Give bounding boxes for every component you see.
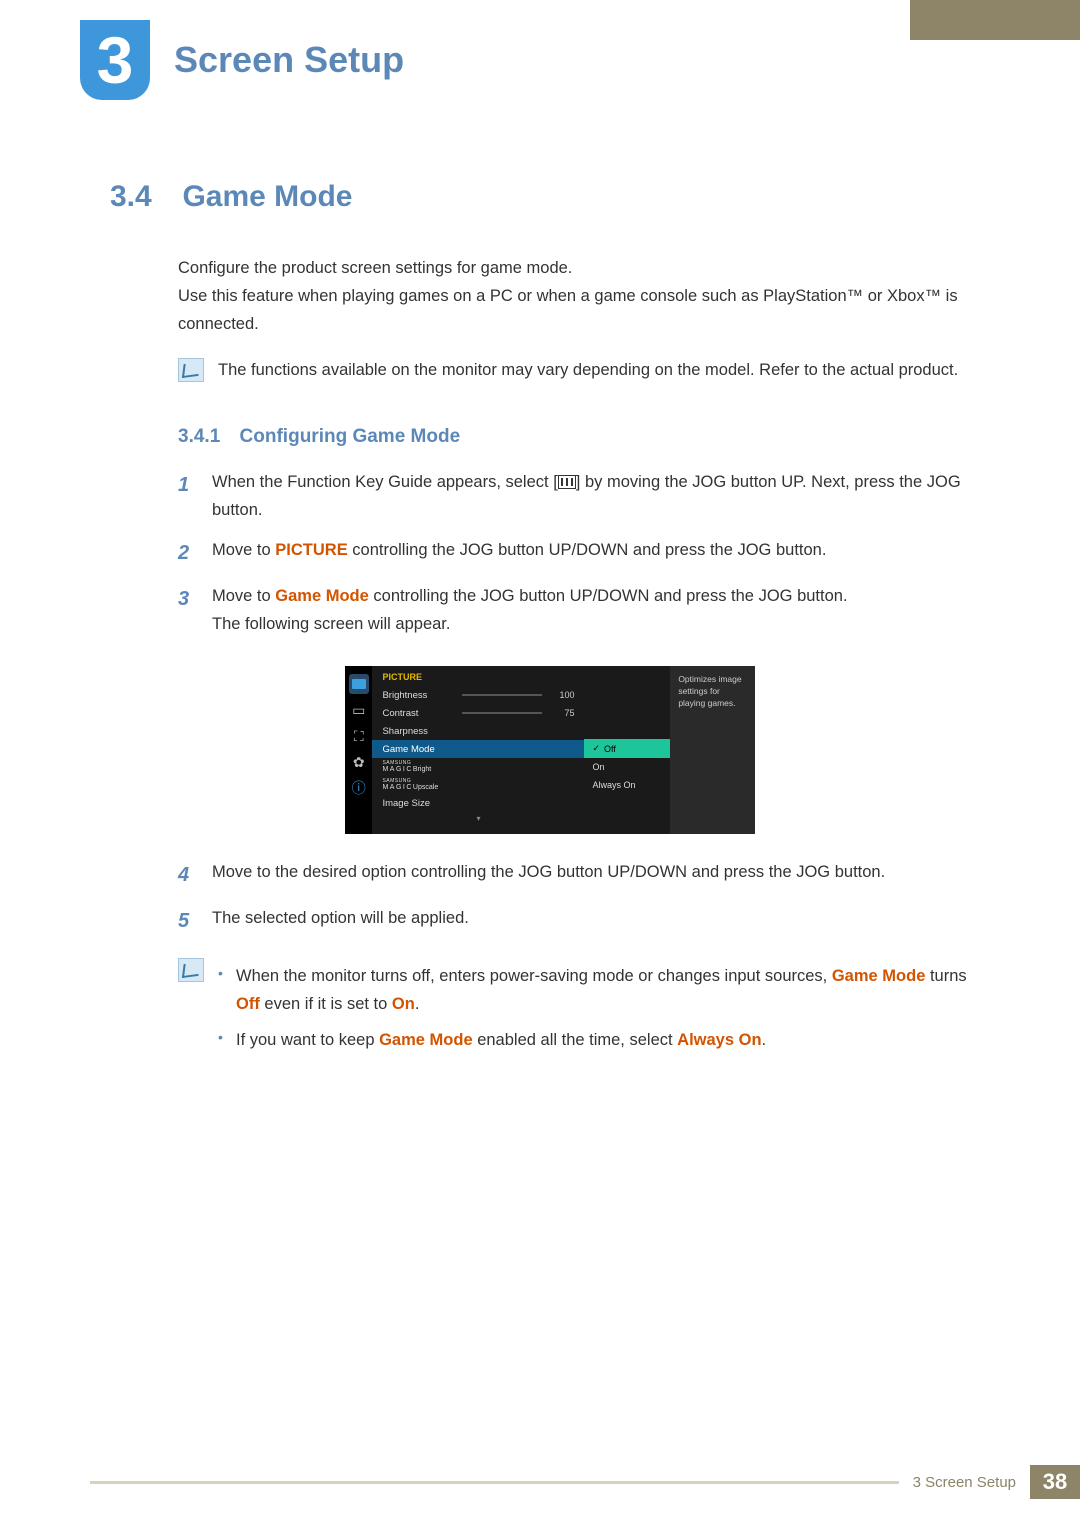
keyword-off: Off xyxy=(236,995,260,1013)
osd-scroll-indicator: ▾ xyxy=(372,814,584,823)
note-block: The functions available on the monitor m… xyxy=(178,356,990,384)
step-3-text-a: Move to xyxy=(212,587,275,605)
note-icon xyxy=(178,958,204,982)
header-accent-bar xyxy=(910,0,1080,40)
keyword-gamemode: Game Mode xyxy=(379,1031,473,1049)
osd-label: Image Size xyxy=(382,798,454,809)
step-3-text-c: The following screen will appear. xyxy=(212,615,450,633)
osd-resize-icon: ⛶ xyxy=(349,726,369,746)
keyword-alwayson: Always On xyxy=(677,1031,761,1049)
chapter-title: Screen Setup xyxy=(174,39,404,81)
osd-label: Game Mode xyxy=(382,744,454,755)
intro-paragraph: Configure the product screen settings fo… xyxy=(178,254,990,338)
step-5: 5 The selected option will be applied. xyxy=(178,904,990,938)
step-number: 4 xyxy=(178,858,194,892)
osd-label: SAMSUNGMAGICBright xyxy=(382,761,454,773)
step-2: 2 Move to PICTURE controlling the JOG bu… xyxy=(178,536,990,570)
osd-row-magicupscale: SAMSUNGMAGICUpscale xyxy=(372,776,584,794)
osd-option-on: On xyxy=(584,758,670,776)
osd-row-brightness: Brightness 100 xyxy=(372,686,584,704)
footer-rule xyxy=(90,1481,899,1484)
note-bullet-2: If you want to keep Game Mode enabled al… xyxy=(218,1026,990,1054)
steps-list: 1 When the Function Key Guide appears, s… xyxy=(178,468,990,638)
step-3: 3 Move to Game Mode controlling the JOG … xyxy=(178,582,990,638)
section-number: 3.4 xyxy=(110,180,178,214)
keyword-on: On xyxy=(392,995,415,1013)
osd-main-panel: PICTURE Brightness 100 Contrast 75 Sharp… xyxy=(372,666,584,834)
step-1: 1 When the Function Key Guide appears, s… xyxy=(178,468,990,524)
subsection-title: Configuring Game Mode xyxy=(240,426,461,447)
osd-row-sharpness: Sharpness xyxy=(372,722,584,740)
chapter-number-badge: 3 xyxy=(80,20,150,100)
section-heading: 3.4 Game Mode xyxy=(110,180,990,214)
osd-row-gamemode: Game Mode xyxy=(372,740,584,758)
keyword-gamemode: Game Mode xyxy=(275,587,369,605)
footer-chapter-label: 3 Screen Setup xyxy=(899,1474,1030,1491)
subsection-heading: 3.4.1 Configuring Game Mode xyxy=(178,426,990,448)
osd-value: 75 xyxy=(550,708,574,718)
step-1-text-a: When the Function Key Guide appears, sel… xyxy=(212,473,558,491)
osd-option-off: Off xyxy=(584,739,670,758)
note-bullets: When the monitor turns off, enters power… xyxy=(218,962,990,1062)
step-4: 4 Move to the desired option controlling… xyxy=(178,858,990,892)
osd-info-icon: ⓘ xyxy=(349,778,369,798)
note-icon xyxy=(178,358,204,382)
step-2-text-b: controlling the JOG button UP/DOWN and p… xyxy=(348,541,827,559)
step-2-text-a: Move to xyxy=(212,541,275,559)
osd-row-magicbright: SAMSUNGMAGICBright xyxy=(372,758,584,776)
menu-icon xyxy=(558,475,576,489)
intro-line-2: Use this feature when playing games on a… xyxy=(178,282,990,338)
page-footer: 3 Screen Setup 38 xyxy=(90,1465,1080,1499)
osd-help-panel: Optimizes image settings for playing gam… xyxy=(670,666,755,834)
step-4-text: Move to the desired option controlling t… xyxy=(212,858,885,886)
section-title: Game Mode xyxy=(182,180,352,214)
osd-picture-icon xyxy=(349,674,369,694)
osd-options-panel: Off On Always On xyxy=(584,666,670,834)
keyword-gamemode: Game Mode xyxy=(832,967,926,985)
step-5-text: The selected option will be applied. xyxy=(212,904,469,932)
osd-settings-icon: ✿ xyxy=(349,752,369,772)
osd-row-contrast: Contrast 75 xyxy=(372,704,584,722)
osd-label: Brightness xyxy=(382,690,454,701)
note-bullet-1: When the monitor turns off, enters power… xyxy=(218,962,990,1018)
osd-panel-title: PICTURE xyxy=(372,672,584,686)
intro-line-1: Configure the product screen settings fo… xyxy=(178,254,990,282)
osd-color-icon: ▭ xyxy=(349,700,369,720)
footer-page-number: 38 xyxy=(1030,1465,1080,1499)
subsection-number: 3.4.1 xyxy=(178,426,220,447)
steps-list-continued: 4 Move to the desired option controlling… xyxy=(178,858,990,938)
note-text: The functions available on the monitor m… xyxy=(218,356,958,384)
osd-value: 100 xyxy=(550,690,574,700)
osd-label: Contrast xyxy=(382,708,454,719)
step-number: 3 xyxy=(178,582,194,616)
step-number: 5 xyxy=(178,904,194,938)
osd-sidebar: ▭ ⛶ ✿ ⓘ xyxy=(345,666,372,834)
osd-row-imagesize: Image Size xyxy=(372,794,584,812)
step-number: 2 xyxy=(178,536,194,570)
osd-slider xyxy=(462,694,542,696)
osd-label: SAMSUNGMAGICUpscale xyxy=(382,779,454,791)
osd-option-alwayson: Always On xyxy=(584,776,670,794)
step-3-text-b: controlling the JOG button UP/DOWN and p… xyxy=(369,587,848,605)
keyword-picture: PICTURE xyxy=(275,541,347,559)
osd-slider xyxy=(462,712,542,714)
osd-screenshot: ▭ ⛶ ✿ ⓘ PICTURE Brightness 100 Contrast … xyxy=(345,666,755,834)
step-number: 1 xyxy=(178,468,194,502)
osd-label: Sharpness xyxy=(382,726,454,737)
note-block-2: When the monitor turns off, enters power… xyxy=(178,956,990,1062)
